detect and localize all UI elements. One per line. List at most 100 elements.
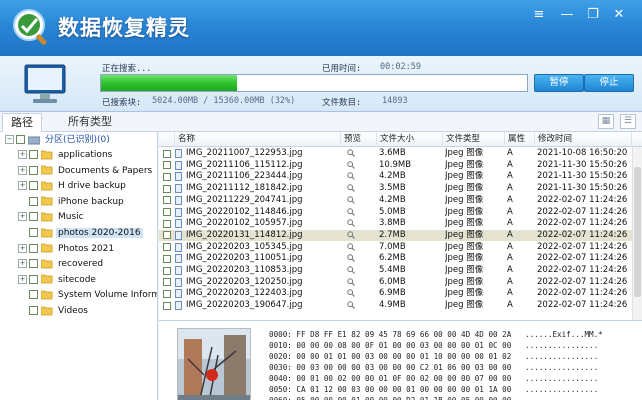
checkbox[interactable] bbox=[29, 196, 38, 206]
expand-icon[interactable]: + bbox=[18, 259, 27, 269]
list-view-icon[interactable]: ☰ bbox=[620, 114, 636, 129]
table-row[interactable]: IMG_20220102_105957.jpg 3.8MB Jpeg 图像 A 2022… bbox=[159, 218, 632, 230]
row-checkbox[interactable] bbox=[163, 289, 171, 298]
table-row[interactable]: IMG_20220203_105345.jpg 7.0MB Jpeg 图像 A 2022… bbox=[159, 242, 632, 254]
table-row[interactable]: IMG_20220203_190647.jpg 4.9MB Jpeg 图像 A 2022… bbox=[159, 300, 632, 312]
tree-item[interactable]: Videos bbox=[18, 304, 90, 319]
checkbox[interactable] bbox=[29, 150, 38, 159]
row-checkbox[interactable] bbox=[163, 219, 171, 228]
magnifier-icon[interactable] bbox=[347, 184, 355, 193]
table-row[interactable]: IMG_20211106_115112.jpg 10.9MB Jpeg 图像 A 202… bbox=[159, 160, 632, 172]
table-row[interactable]: IMG_20220203_110853.jpg 5.4MB Jpeg 图像 A 2022… bbox=[159, 265, 632, 277]
tree-item[interactable]: + sitecode bbox=[18, 273, 98, 288]
table-row[interactable]: IMG_20211007_122953.jpg 3.6MB Jpeg 图像 A 2021… bbox=[159, 148, 632, 160]
tab-path[interactable]: 路径 bbox=[2, 113, 42, 132]
file-modified: 2022-02-07 11:24:26 bbox=[537, 300, 628, 311]
table-row[interactable]: IMG_20211229_204741.jpg 4.2MB Jpeg 图像 A 2022… bbox=[159, 195, 632, 207]
header-preview[interactable]: 预览 bbox=[341, 132, 377, 147]
magnifier-icon[interactable] bbox=[347, 289, 355, 298]
tab-all-types[interactable]: 所有类型 bbox=[60, 113, 120, 132]
magnifier-icon[interactable] bbox=[347, 219, 355, 228]
row-checkbox[interactable] bbox=[163, 196, 171, 205]
table-row[interactable]: IMG_20211106_223444.jpg 4.2MB Jpeg 图像 A 2021… bbox=[159, 171, 632, 183]
file-modified: 2022-02-07 11:24:26 bbox=[537, 194, 628, 205]
checkbox[interactable] bbox=[16, 135, 25, 144]
checkbox[interactable] bbox=[29, 290, 38, 300]
header-modified[interactable]: 修改时间 bbox=[535, 132, 632, 147]
magnifier-icon[interactable] bbox=[347, 149, 355, 157]
tree-item[interactable]: + recovered bbox=[18, 257, 105, 272]
file-type: Jpeg 图像 bbox=[445, 171, 484, 182]
magnifier-icon[interactable] bbox=[347, 207, 355, 216]
tree-item[interactable]: + Music bbox=[18, 210, 86, 225]
magnifier-icon[interactable] bbox=[347, 160, 355, 169]
table-row[interactable]: IMG_20220131_114812.jpg 2.7MB Jpeg 图像 A 2022… bbox=[159, 229, 632, 242]
tree-root[interactable]: − 分区(已识别)(0) bbox=[5, 133, 112, 148]
header-type[interactable]: 文件类型 bbox=[443, 132, 505, 147]
tree-item[interactable]: + H drive backup bbox=[18, 179, 128, 194]
row-checkbox[interactable] bbox=[163, 231, 171, 240]
minimize-icon[interactable]: — bbox=[556, 6, 578, 24]
expand-icon[interactable]: + bbox=[18, 274, 27, 284]
checkbox[interactable] bbox=[29, 212, 38, 222]
table-row[interactable]: IMG_20211112_181842.jpg 3.5MB Jpeg 图像 A 2021… bbox=[159, 183, 632, 195]
header-name[interactable]: 名称 bbox=[175, 132, 341, 147]
restore-icon[interactable]: ❐ bbox=[582, 6, 604, 24]
row-checkbox[interactable] bbox=[163, 208, 171, 216]
stop-button[interactable]: 停止 bbox=[584, 74, 634, 92]
expand-icon[interactable]: + bbox=[18, 212, 27, 222]
folder-icon bbox=[41, 259, 53, 269]
expand-icon[interactable]: + bbox=[18, 243, 27, 253]
magnifier-icon[interactable] bbox=[347, 254, 355, 263]
file-size: 4.2MB bbox=[379, 171, 406, 182]
row-checkbox[interactable] bbox=[163, 254, 171, 263]
tree-item[interactable]: + Photos 2021 bbox=[18, 242, 116, 257]
file-name: IMG_20220203_105345.jpg bbox=[186, 241, 303, 252]
row-checkbox[interactable] bbox=[163, 172, 171, 181]
file-size: 10.9MB bbox=[379, 159, 412, 170]
checkbox[interactable] bbox=[29, 181, 38, 191]
collapse-icon[interactable]: − bbox=[5, 135, 14, 144]
magnifier-icon[interactable] bbox=[347, 242, 355, 251]
row-checkbox[interactable] bbox=[163, 243, 171, 252]
row-checkbox[interactable] bbox=[163, 161, 171, 170]
row-checkbox[interactable] bbox=[163, 184, 171, 193]
grid-view-icon[interactable]: ▦ bbox=[598, 114, 614, 129]
row-checkbox[interactable] bbox=[163, 149, 171, 158]
row-checkbox[interactable] bbox=[163, 266, 171, 275]
expand-icon[interactable]: + bbox=[18, 150, 27, 159]
menu-icon[interactable]: ≡ bbox=[528, 6, 550, 24]
checkbox[interactable] bbox=[29, 259, 38, 269]
row-checkbox[interactable] bbox=[163, 301, 171, 310]
row-checkbox[interactable] bbox=[163, 278, 171, 287]
expand-icon[interactable]: + bbox=[18, 165, 27, 175]
magnifier-icon[interactable] bbox=[347, 301, 355, 310]
checkbox[interactable] bbox=[29, 274, 38, 284]
table-row[interactable]: IMG_20220102_114846.jpg 5.0MB Jpeg 图像 A 2022… bbox=[159, 207, 632, 219]
checkbox[interactable] bbox=[29, 228, 38, 237]
magnifier-icon[interactable] bbox=[347, 266, 355, 274]
checkbox[interactable] bbox=[29, 306, 38, 315]
magnifier-icon[interactable] bbox=[347, 172, 355, 181]
header-size[interactable]: 文件大小 bbox=[377, 132, 443, 147]
close-icon[interactable]: ✕ bbox=[608, 6, 630, 24]
scrollbar-thumb[interactable] bbox=[634, 167, 641, 297]
checkbox[interactable] bbox=[29, 243, 38, 253]
tree-item[interactable]: + applications bbox=[18, 148, 114, 163]
file-table-scrollbar[interactable] bbox=[632, 147, 642, 320]
magnifier-icon[interactable] bbox=[347, 277, 355, 286]
table-row[interactable]: IMG_20220203_122403.jpg 6.9MB Jpeg 图像 A 2022… bbox=[159, 288, 632, 300]
tree-item[interactable]: System Volume Inform bbox=[18, 288, 157, 303]
header-attr[interactable]: 属性 bbox=[505, 132, 535, 147]
table-row[interactable]: IMG_20220203_120250.jpg 6.0MB Jpeg 图像 A 2022… bbox=[159, 277, 632, 289]
table-row[interactable]: IMG_20220203_110051.jpg 6.2MB Jpeg 图像 A 2022… bbox=[159, 253, 632, 265]
header-checkbox-col[interactable] bbox=[159, 132, 175, 147]
tree-item[interactable]: photos 2020-2016 bbox=[18, 226, 143, 241]
pause-button[interactable]: 暂停 bbox=[534, 74, 584, 92]
magnifier-icon[interactable] bbox=[347, 231, 355, 239]
tree-item[interactable]: + Documents & Papers bbox=[18, 164, 154, 179]
expand-icon[interactable]: + bbox=[18, 181, 27, 191]
tree-item[interactable]: iPhone backup bbox=[18, 195, 126, 210]
checkbox[interactable] bbox=[29, 165, 38, 175]
magnifier-icon[interactable] bbox=[347, 196, 355, 204]
